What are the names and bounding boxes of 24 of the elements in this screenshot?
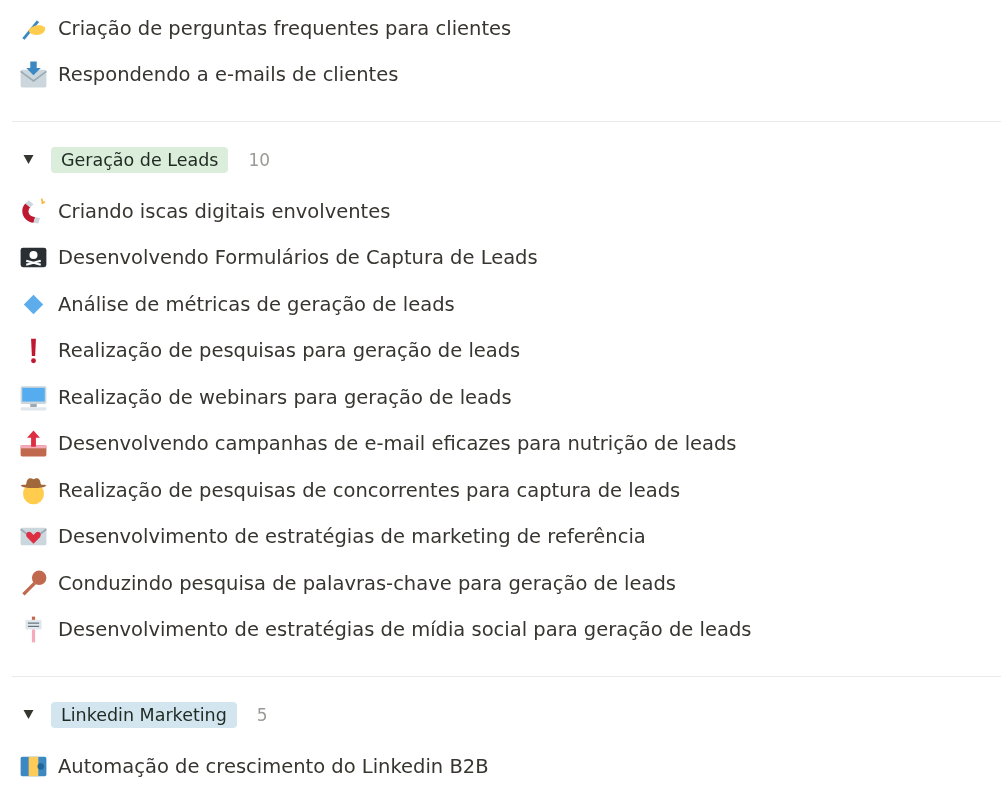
- inbox-envelope-icon: [19, 60, 48, 90]
- exclamation-icon: [30, 337, 37, 364]
- outbox-tray-icon: [19, 429, 48, 459]
- caret-icon[interactable]: [23, 710, 34, 720]
- group-count: 5: [256, 705, 268, 725]
- page-title[interactable]: Desenvolvendo Formulários de Captura de Leads: [58, 246, 538, 270]
- magnet-icon: [19, 196, 48, 226]
- group-tag: Geração de Leads: [51, 147, 229, 173]
- page-title[interactable]: Respondendo a e-mails de clientes: [58, 63, 399, 87]
- page-title[interactable]: Realização de pesquisas para geração de leads: [58, 339, 521, 363]
- page-title[interactable]: Desenvolvimento de estratégias de marketing de referência: [58, 525, 646, 549]
- cowboy-hat-icon: [19, 475, 48, 505]
- page-title[interactable]: Conduzindo pesquisa de palavras-chave para geração de leads: [58, 571, 676, 595]
- page-title[interactable]: Criando iscas digitais envolventes: [58, 199, 391, 223]
- page-title[interactable]: Criação de perguntas frequentes para clientes: [58, 16, 512, 40]
- group-tag: Linkedin Marketing: [51, 702, 237, 728]
- page-title[interactable]: Realização de pesquisas de concorrentes para captura de leads: [58, 478, 681, 502]
- page-title[interactable]: Realização de webinars para geração de leads: [58, 385, 512, 409]
- page-title[interactable]: Análise de métricas de geração de leads: [58, 292, 455, 316]
- page-title[interactable]: Automação de crescimento do Linkedin B2B: [58, 754, 489, 778]
- caret-icon[interactable]: [23, 155, 34, 165]
- group-count: 10: [248, 150, 271, 170]
- page-title[interactable]: Desenvolvendo campanhas de e-mail eficazes para nutrição de leads: [58, 432, 737, 456]
- page-title[interactable]: Desenvolvimento de estratégias de mídia social para geração de leads: [58, 618, 752, 642]
